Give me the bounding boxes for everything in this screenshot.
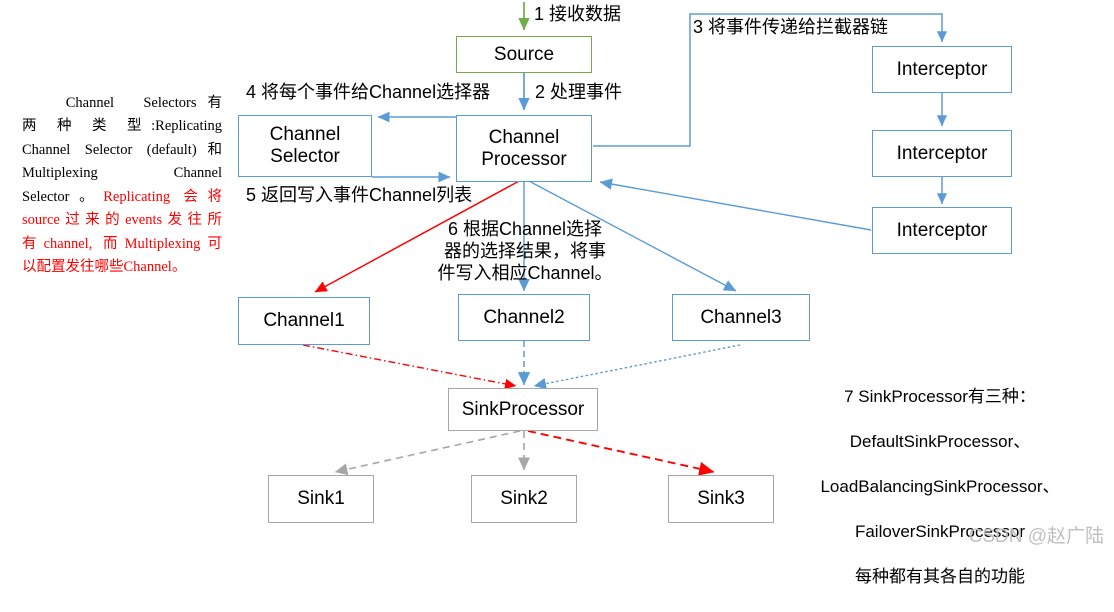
node-channel-processor[interactable]: Channel Processor	[456, 115, 592, 182]
node-channel1-label: Channel1	[263, 310, 345, 332]
node-sink-processor[interactable]: SinkProcessor	[448, 388, 598, 431]
node-interceptor-3-label: Interceptor	[896, 219, 988, 241]
node-sink1[interactable]: Sink1	[268, 475, 374, 523]
note-line-mixed: Selector。Replicating 会将	[22, 186, 222, 209]
node-channel-processor-label: Channel Processor	[481, 126, 567, 170]
node-channel-selector-label: Channel Selector	[269, 124, 341, 167]
note-channel-selectors: Channel Selectors 有 两 种 类 型 :Replicating…	[22, 92, 222, 280]
note-line: Channel Selectors 有	[22, 95, 222, 111]
note-line: Multiplexing Channel	[22, 165, 222, 182]
node-sink2-label: Sink2	[500, 488, 548, 510]
arrow-channel1-to-sink-processor	[302, 344, 517, 390]
edge-label-step5: 5 返回写入事件Channel列表	[246, 185, 473, 205]
edge-label-step4: 4 将每个事件给Channel选择器	[246, 82, 491, 102]
edge-label-step1: 1 接收数据	[534, 4, 622, 24]
note-line: 7 SinkProcessor有三种：	[844, 386, 1036, 406]
node-sink1-label: Sink1	[297, 488, 345, 510]
edge-label-step2: 2 处理事件	[535, 82, 623, 102]
note-line: 两 种 类 型 :Replicating	[22, 118, 222, 135]
node-channel1[interactable]: Channel1	[238, 297, 370, 345]
note-line-black: Selector。	[22, 188, 104, 205]
note-line: Channel Selector (default)和	[22, 141, 222, 158]
diagram-canvas: Source Channel Selector Channel Processo…	[0, 0, 1114, 586]
node-channel3[interactable]: Channel3	[672, 294, 810, 341]
edge-label-step3: 3 将事件传递给拦截器链	[693, 17, 889, 37]
node-sink3[interactable]: Sink3	[668, 475, 774, 523]
node-channel-selector[interactable]: Channel Selector	[238, 115, 372, 177]
node-interceptor-2-label: Interceptor	[896, 142, 988, 164]
note-line: LoadBalancingSinkProcessor、	[820, 477, 1060, 497]
note-line: 有channel, 而Multiplexing可	[22, 235, 222, 252]
node-channel2[interactable]: Channel2	[458, 294, 590, 341]
node-sink-processor-label: SinkProcessor	[461, 398, 585, 420]
node-source-label: Source	[493, 43, 555, 65]
note-line: 以配置发往哪些Channel。	[22, 259, 187, 276]
watermark: CSDN @赵广陆	[968, 526, 1104, 547]
arrow-sink-processor-to-sink3	[527, 430, 715, 476]
note-line-red: Replicating 会将	[103, 188, 222, 205]
note-line: DefaultSinkProcessor、	[849, 431, 1031, 451]
arrow-channel3-to-sink-processor	[533, 344, 741, 390]
note-line: 每种都有其各自的功能	[855, 567, 1025, 587]
note-sink-processor-types: 7 SinkProcessor有三种： DefaultSinkProcessor…	[790, 363, 1090, 612]
node-channel3-label: Channel3	[700, 306, 782, 328]
edge-label-step6: 6 根据Channel选择 器的选择结果，将事 件写入相应Channel。	[437, 219, 613, 283]
node-interceptor-3[interactable]: Interceptor	[872, 207, 1012, 254]
arrow-sink-processor-to-sink1	[334, 430, 521, 476]
node-source[interactable]: Source	[456, 36, 592, 73]
node-sink2[interactable]: Sink2	[471, 475, 577, 523]
note-line: source过来的events发往所	[22, 212, 222, 229]
node-channel2-label: Channel2	[483, 306, 565, 328]
node-interceptor-1-label: Interceptor	[896, 58, 988, 80]
node-interceptor-1[interactable]: Interceptor	[872, 46, 1012, 93]
node-interceptor-2[interactable]: Interceptor	[872, 130, 1012, 177]
node-sink3-label: Sink3	[697, 488, 745, 510]
